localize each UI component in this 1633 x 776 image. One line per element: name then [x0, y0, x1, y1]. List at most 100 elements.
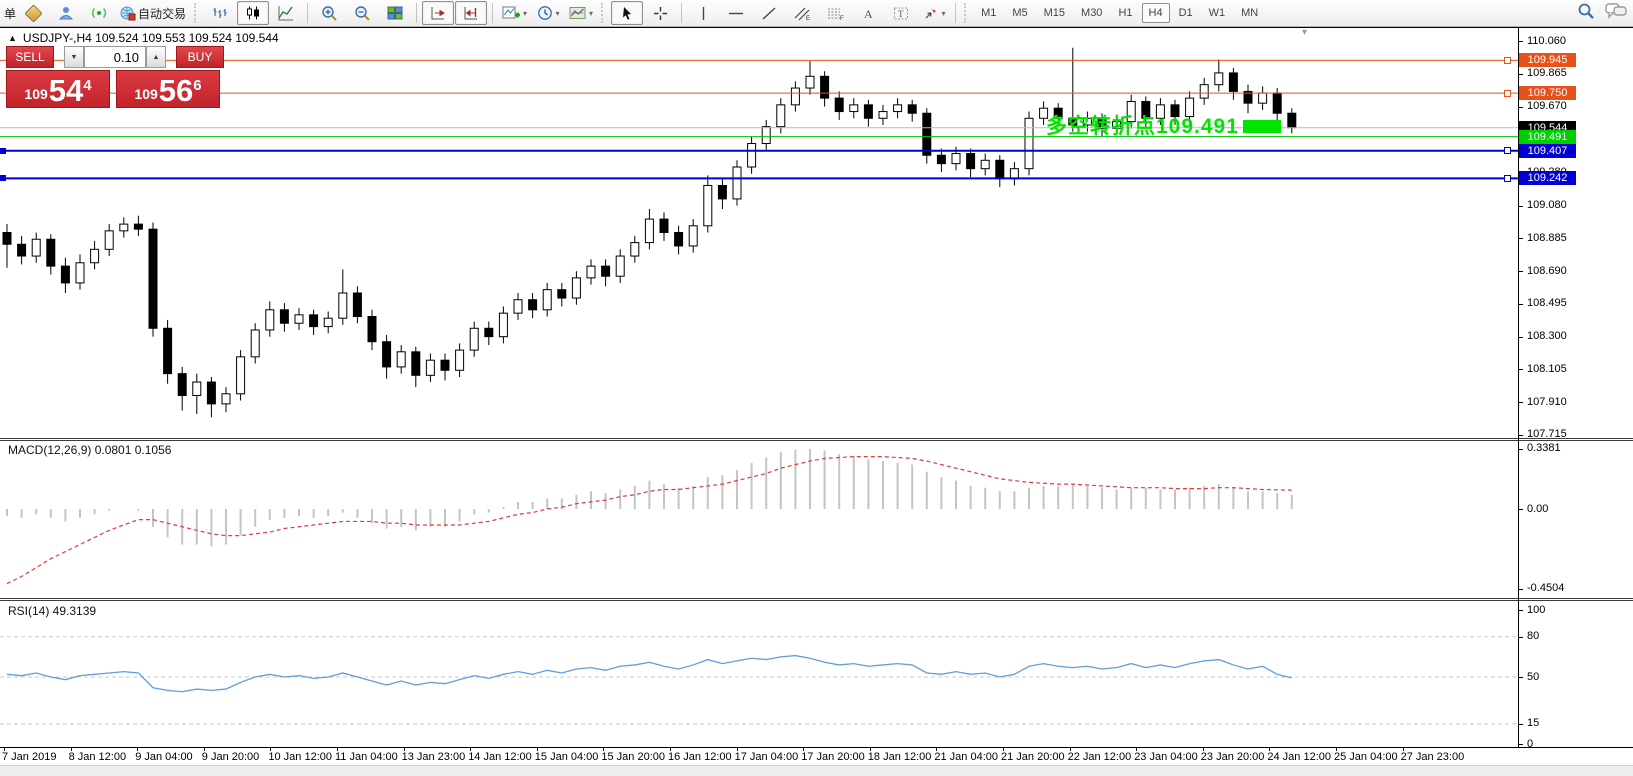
autotrading-button[interactable]: 自动交易 — [116, 1, 190, 25]
price-line-badge: 109.491 — [1519, 130, 1576, 144]
arrows-button[interactable]: ▾ — [918, 1, 950, 25]
signals-icon — [91, 5, 107, 21]
price-tick-mark — [1519, 304, 1523, 305]
window-bottom-strip — [0, 765, 1633, 776]
cursor-button[interactable] — [611, 1, 643, 25]
candle-body — [91, 249, 99, 262]
svg-text:E: E — [806, 16, 810, 21]
dropdown-arrow-icon[interactable]: ▾ — [523, 9, 527, 18]
community-button[interactable] — [50, 1, 82, 25]
search-icon[interactable] — [1577, 2, 1595, 20]
zoom-in-button[interactable] — [313, 1, 345, 25]
chart-shift-icon — [463, 5, 479, 21]
rsi-tick-mark — [1519, 610, 1523, 611]
line-endpoint-marker[interactable] — [0, 175, 6, 181]
macd-tick-label: 0.00 — [1527, 503, 1548, 515]
price-tick-label: 108.690 — [1527, 265, 1567, 277]
line-endpoint-marker[interactable] — [1504, 147, 1511, 154]
volume-decrease-button[interactable]: ▼ — [64, 46, 84, 68]
crosshair-icon — [653, 6, 668, 21]
fibonacci-button[interactable]: F — [819, 1, 851, 25]
price-tick-mark — [1519, 369, 1523, 370]
time-tick-mark — [1003, 747, 1004, 751]
rsi-tick-label: 0 — [1527, 738, 1533, 750]
text-label-button[interactable]: T — [885, 1, 917, 25]
templates-button[interactable]: ▾ — [565, 1, 597, 25]
buy-button[interactable]: BUY — [176, 46, 224, 68]
line-endpoint-marker[interactable] — [1504, 57, 1511, 64]
timeframe-m1[interactable]: M1 — [974, 3, 1003, 23]
time-axis-label: 15 Jan 04:00 — [535, 751, 599, 763]
candle-body — [441, 360, 449, 370]
macd-tick-mark — [1519, 449, 1523, 450]
orders-label-fragment[interactable]: 单 — [4, 5, 16, 22]
candle-body — [1200, 85, 1208, 98]
candle-body — [353, 293, 361, 317]
trendline-icon — [761, 6, 777, 21]
dropdown-arrow-icon[interactable]: ▾ — [589, 9, 593, 18]
trendline-button[interactable] — [753, 1, 785, 25]
chart-shift-button[interactable] — [455, 1, 487, 25]
main-price-panel[interactable] — [0, 28, 1518, 438]
timeframe-m15[interactable]: M15 — [1037, 3, 1072, 23]
periods-button[interactable]: ▾ — [532, 1, 564, 25]
indicators-button[interactable]: ▾ — [498, 1, 531, 25]
time-axis-label: 9 Jan 20:00 — [202, 751, 260, 763]
vertical-line-button[interactable] — [687, 1, 719, 25]
time-tick-mark — [1136, 747, 1137, 751]
timeframe-h4[interactable]: H4 — [1142, 3, 1170, 23]
candle-body — [499, 313, 507, 337]
line-endpoint-marker[interactable] — [1504, 90, 1511, 97]
candle-body — [61, 266, 69, 283]
timeframe-mn[interactable]: MN — [1234, 3, 1265, 23]
candle-body — [558, 290, 566, 298]
chart-shift-marker[interactable]: ▾ — [1302, 27, 1307, 38]
time-tick-mark — [537, 747, 538, 751]
price-line-badge: 109.750 — [1519, 86, 1576, 100]
toolbar-separator — [307, 3, 308, 23]
horizontal-line-button[interactable] — [720, 1, 752, 25]
timeframe-w1[interactable]: W1 — [1202, 3, 1233, 23]
timeframe-m30[interactable]: M30 — [1074, 3, 1109, 23]
price-tick-mark — [1519, 271, 1523, 272]
sell-price-pip: 4 — [83, 77, 91, 94]
line-endpoint-marker[interactable] — [1504, 175, 1511, 182]
time-tick-mark — [1403, 747, 1404, 751]
buy-price-display[interactable]: 109 56 6 — [116, 70, 220, 108]
timeframe-d1[interactable]: D1 — [1172, 3, 1200, 23]
line-chart-button[interactable] — [270, 1, 302, 25]
bar-chart-button[interactable] — [204, 1, 236, 25]
sell-button[interactable]: SELL — [6, 46, 54, 68]
candle-body — [908, 105, 916, 113]
auto-scroll-icon — [430, 5, 446, 21]
horizontal-line-icon — [728, 6, 744, 21]
rsi-panel[interactable] — [0, 601, 1518, 747]
candle-body — [864, 105, 872, 118]
candle-body — [280, 310, 288, 323]
candlestick-chart-button[interactable] — [237, 1, 269, 25]
auto-scroll-button[interactable] — [422, 1, 454, 25]
volume-increase-button[interactable]: ▲ — [146, 46, 166, 68]
candle-body — [952, 154, 960, 164]
line-endpoint-marker[interactable] — [0, 148, 6, 154]
crosshair-button[interactable] — [644, 1, 676, 25]
zoom-out-button[interactable] — [346, 1, 378, 25]
timeframe-m5[interactable]: M5 — [1005, 3, 1034, 23]
chat-icon[interactable] — [1605, 2, 1627, 20]
text-button[interactable]: A — [852, 1, 884, 25]
dropdown-arrow-icon[interactable]: ▾ — [556, 9, 560, 18]
volume-input[interactable] — [84, 46, 146, 68]
time-tick-mark — [470, 747, 471, 751]
equidistant-channel-button[interactable]: E — [786, 1, 818, 25]
price-tick-label: 109.080 — [1527, 199, 1567, 211]
collapse-panel-icon[interactable]: ▲ — [8, 33, 17, 43]
new-order-button[interactable] — [17, 1, 49, 25]
text-label-icon: T — [893, 6, 909, 21]
candle-body — [485, 328, 493, 336]
tile-windows-button[interactable] — [379, 1, 411, 25]
sell-price-display[interactable]: 109 54 4 — [6, 70, 110, 108]
macd-panel[interactable] — [0, 441, 1518, 598]
signals-button[interactable] — [83, 1, 115, 25]
dropdown-arrow-icon[interactable]: ▾ — [942, 9, 946, 18]
timeframe-h1[interactable]: H1 — [1111, 3, 1139, 23]
